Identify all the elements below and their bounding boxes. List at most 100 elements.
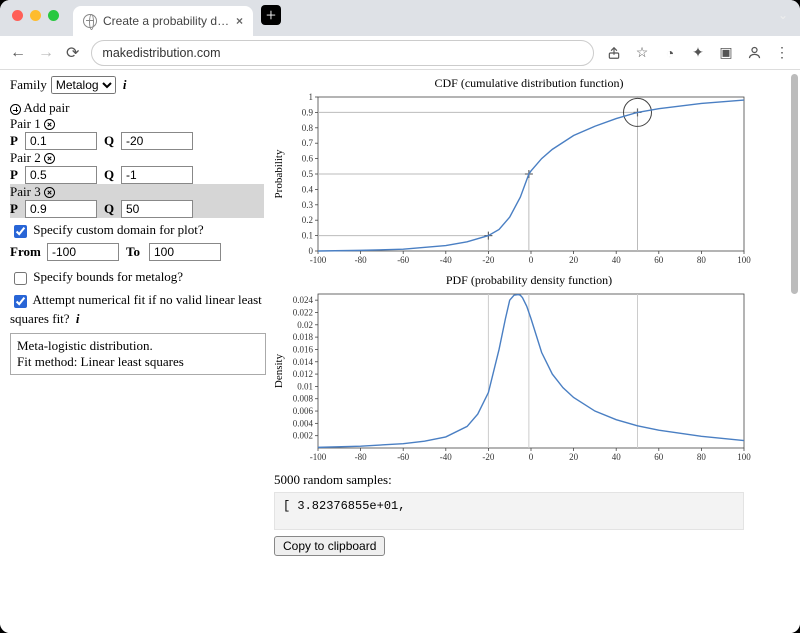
svg-text:100: 100 (737, 255, 751, 265)
page-content: Family Metalog i Add pair Pair 1 PQPair … (0, 70, 800, 633)
p-input[interactable] (25, 166, 97, 184)
address-bar[interactable]: makedistribution.com (91, 40, 594, 66)
svg-text:80: 80 (697, 255, 707, 265)
svg-text:1: 1 (309, 92, 314, 102)
samples-heading: 5000 random samples: (274, 472, 786, 488)
maximize-window-button[interactable] (48, 10, 59, 21)
p-label: P (10, 133, 22, 149)
q-input[interactable] (121, 132, 193, 150)
custom-domain-checkbox-label[interactable]: Specify custom domain for plot? (10, 222, 204, 237)
svg-text:-20: -20 (482, 255, 494, 265)
scrollbar[interactable] (791, 74, 798, 294)
p-input[interactable] (25, 200, 97, 218)
back-button[interactable]: ← (10, 44, 26, 62)
svg-text:0.1: 0.1 (302, 231, 313, 241)
p-label: P (10, 167, 22, 183)
svg-text:0.022: 0.022 (293, 307, 313, 317)
bounds-checkbox[interactable] (14, 272, 27, 285)
samples-preview[interactable]: [ 3.82376855e+01, (274, 492, 744, 530)
svg-text:0.3: 0.3 (302, 200, 314, 210)
to-input[interactable] (149, 243, 221, 261)
fit-result-box: Meta-logistic distribution. Fit method: … (10, 333, 266, 375)
close-tab-button[interactable]: × (236, 14, 243, 28)
svg-text:20: 20 (569, 452, 579, 462)
svg-text:0.5: 0.5 (302, 169, 314, 179)
svg-text:0.008: 0.008 (293, 394, 314, 404)
browser-tab[interactable]: Create a probability distribution × (73, 6, 253, 36)
share-icon[interactable] (606, 45, 622, 61)
svg-text:Probability: Probability (273, 149, 285, 198)
svg-text:0.024: 0.024 (293, 295, 314, 305)
svg-text:100: 100 (737, 452, 751, 462)
numerical-fit-checkbox-label[interactable]: Attempt numerical fit if no valid linear… (10, 292, 262, 326)
q-label: Q (104, 133, 118, 149)
charts-panel: CDF (cumulative distribution function) -… (270, 70, 800, 633)
svg-text:0.018: 0.018 (293, 332, 314, 342)
remove-pair-button[interactable] (44, 119, 55, 130)
p-input[interactable] (25, 132, 97, 150)
svg-text:0.01: 0.01 (297, 381, 313, 391)
remove-pair-button[interactable] (44, 187, 55, 198)
tabs-overflow-button[interactable]: ⌄ (778, 8, 788, 23)
svg-text:0.4: 0.4 (302, 184, 314, 194)
svg-text:-80: -80 (355, 255, 367, 265)
controls-panel: Family Metalog i Add pair Pair 1 PQPair … (0, 70, 270, 633)
menu-icon[interactable]: ⋮ (774, 45, 790, 61)
svg-text:60: 60 (654, 255, 664, 265)
svg-text:0.9: 0.9 (302, 107, 314, 117)
svg-text:0: 0 (309, 246, 314, 256)
reading-list-icon[interactable]: ▣ (718, 45, 734, 61)
svg-text:0.004: 0.004 (293, 418, 314, 428)
pair-label: Pair 2 (10, 150, 41, 166)
profile-icon[interactable] (746, 45, 762, 61)
q-label: Q (104, 201, 118, 217)
from-input[interactable] (47, 243, 119, 261)
family-select[interactable]: Metalog (51, 76, 116, 94)
add-pair-button[interactable] (10, 104, 21, 115)
fit-line1: Meta-logistic distribution. (17, 338, 259, 354)
svg-text:0.012: 0.012 (293, 369, 313, 379)
svg-text:0.006: 0.006 (293, 406, 314, 416)
svg-text:-80: -80 (355, 452, 367, 462)
svg-text:0.6: 0.6 (302, 154, 314, 164)
custom-domain-checkbox[interactable] (14, 225, 27, 238)
bounds-checkbox-label[interactable]: Specify bounds for metalog? (10, 269, 183, 284)
close-window-button[interactable] (12, 10, 23, 21)
star-icon[interactable]: ☆ (634, 45, 650, 61)
q-input[interactable] (121, 200, 193, 218)
svg-text:-20: -20 (482, 452, 494, 462)
new-tab-button[interactable]: + (261, 5, 281, 25)
svg-text:60: 60 (654, 452, 664, 462)
browser-toolbar: ← → ⟳ makedistribution.com ☆ ◔ ✦ ▣ ⋮ (0, 36, 800, 70)
svg-text:40: 40 (612, 452, 622, 462)
extension-icon[interactable]: ◔ (662, 45, 678, 61)
reload-button[interactable]: ⟳ (66, 43, 79, 63)
svg-text:20: 20 (569, 255, 579, 265)
remove-pair-button[interactable] (44, 153, 55, 164)
svg-text:-100: -100 (310, 255, 327, 265)
info-icon[interactable]: i (73, 311, 83, 326)
puzzle-icon[interactable]: ✦ (690, 45, 706, 61)
cdf-chart: -100-80-60-40-2002040608010000.10.20.30.… (272, 91, 752, 271)
to-label: To (126, 244, 146, 260)
svg-text:0.014: 0.014 (293, 357, 314, 367)
p-label: P (10, 201, 22, 217)
copy-button[interactable]: Copy to clipboard (274, 536, 385, 556)
forward-button[interactable]: → (38, 44, 54, 62)
svg-text:0.02: 0.02 (297, 320, 313, 330)
svg-text:-60: -60 (397, 255, 409, 265)
minimize-window-button[interactable] (30, 10, 41, 21)
pdf-title: PDF (probability density function) (272, 273, 786, 288)
svg-text:-40: -40 (440, 255, 452, 265)
numerical-fit-checkbox[interactable] (14, 295, 27, 308)
q-label: Q (104, 167, 118, 183)
q-input[interactable] (121, 166, 193, 184)
svg-text:0.8: 0.8 (302, 123, 314, 133)
svg-text:0.7: 0.7 (302, 138, 314, 148)
svg-text:-60: -60 (397, 452, 409, 462)
svg-text:0.002: 0.002 (293, 431, 313, 441)
svg-text:0: 0 (529, 452, 534, 462)
info-icon[interactable]: i (120, 77, 130, 93)
tab-title: Create a probability distribution (103, 14, 230, 28)
pair-label: Pair 3 (10, 184, 41, 200)
